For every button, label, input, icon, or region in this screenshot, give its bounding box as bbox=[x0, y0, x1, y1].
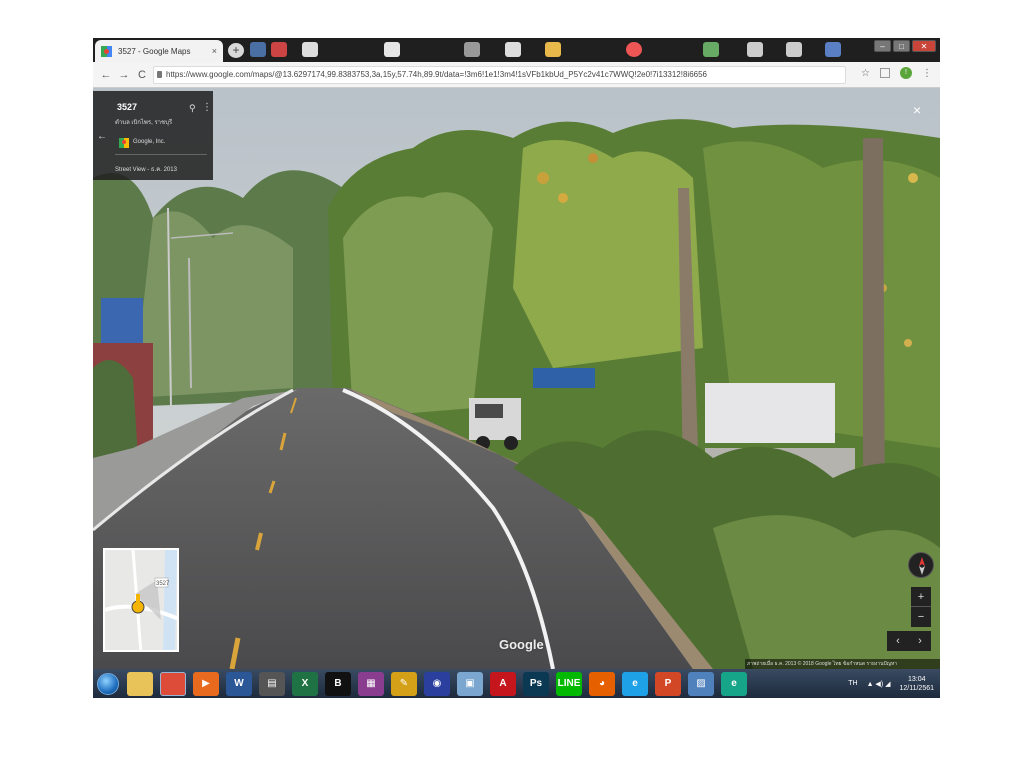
background-tab[interactable] bbox=[505, 42, 521, 57]
taskbar-gallery-icon[interactable]: ▨ bbox=[688, 671, 714, 696]
street-view-panorama[interactable]: ← 3527 ⚲ ⋮ ตำบล เบิกไพร, ราชบุรี Google,… bbox=[93, 88, 940, 669]
window-controls: – □ ✕ bbox=[874, 40, 936, 52]
background-tab[interactable] bbox=[545, 42, 561, 57]
back-icon[interactable]: ← bbox=[99, 69, 113, 81]
address-bar[interactable]: https://www.google.com/maps/@13.6297174,… bbox=[153, 66, 846, 84]
taskbar-b-app-icon[interactable]: B bbox=[325, 671, 351, 696]
background-tab[interactable] bbox=[703, 42, 719, 57]
taskbar-video-editor-icon[interactable]: ▤ bbox=[259, 671, 285, 696]
taskbar-excel-like-icon[interactable]: X bbox=[292, 671, 318, 696]
clock-date: 12/11/2561 bbox=[899, 684, 934, 692]
language-indicator[interactable]: TH bbox=[848, 680, 857, 687]
taskbar-photoshop-icon[interactable]: Ps bbox=[523, 671, 549, 696]
taskbar-tool-icon[interactable]: ✎ bbox=[391, 671, 417, 696]
taskbar-apps: ▶ W ▤ X B ▦ ✎ ◉ ▣ A Ps LINE ◕ e P ▨ e bbox=[127, 671, 754, 696]
capture-date: Street View - ธ.ค. 2013 bbox=[115, 167, 177, 173]
background-tab[interactable] bbox=[825, 42, 841, 57]
location-pin-icon[interactable]: ⚲ bbox=[189, 103, 196, 114]
mini-map-drawing: 3527 bbox=[105, 550, 177, 650]
tab-google-maps[interactable]: 3527 - Google Maps × bbox=[95, 40, 223, 62]
star-icon[interactable]: ☆ bbox=[861, 68, 870, 79]
taskbar-ie-icon[interactable]: e bbox=[622, 671, 648, 696]
background-tab[interactable] bbox=[786, 42, 802, 57]
menu-icon[interactable]: ⋮ bbox=[922, 68, 932, 79]
reload-icon[interactable]: C bbox=[135, 69, 149, 81]
card-divider bbox=[115, 154, 207, 155]
taskbar-word-icon[interactable]: W bbox=[226, 671, 252, 696]
taskbar-acrobat-icon[interactable]: A bbox=[490, 671, 516, 696]
google-maps-icon bbox=[101, 45, 112, 57]
start-button[interactable] bbox=[97, 672, 119, 695]
lock-icon bbox=[157, 71, 162, 78]
close-street-view-icon[interactable]: × bbox=[913, 102, 921, 118]
mini-map[interactable]: 3527 bbox=[103, 548, 179, 652]
compass-icon[interactable] bbox=[908, 552, 934, 578]
close-window-button[interactable]: ✕ bbox=[912, 40, 936, 52]
taskbar-winrar-icon[interactable]: ▦ bbox=[358, 671, 384, 696]
zoom-out-button[interactable]: − bbox=[911, 607, 931, 627]
toolbar-actions: ☆ ! ⋮ bbox=[861, 67, 932, 79]
taskbar-firefox-icon[interactable]: ◕ bbox=[589, 671, 615, 696]
desktop-screen: 3527 - Google Maps × + – □ ✕ ← → C https… bbox=[93, 38, 940, 698]
zoom-controls: + − bbox=[911, 587, 931, 627]
attribution-bar: ภาพถ่ายเมื่อ ธ.ค. 2013 © 2018 Google ไทย… bbox=[745, 659, 940, 669]
taskbar-chrome-icon[interactable] bbox=[160, 671, 186, 696]
chevron-right-icon[interactable]: › bbox=[918, 635, 922, 647]
compass-needle-icon bbox=[919, 557, 925, 575]
url-text: https://www.google.com/maps/@13.6297174,… bbox=[166, 70, 707, 79]
street-view-info-card: ← 3527 ⚲ ⋮ ตำบล เบิกไพร, ราชบุรี Google,… bbox=[93, 91, 213, 180]
background-tab[interactable] bbox=[626, 42, 642, 57]
tab-title: 3527 - Google Maps bbox=[118, 46, 191, 56]
windows-taskbar: ▶ W ▤ X B ▦ ✎ ◉ ▣ A Ps LINE ◕ e P ▨ e TH ▲ ◀) ◢ 13:04 12… bbox=[93, 669, 940, 698]
tab-strip: 3527 - Google Maps × + – □ ✕ bbox=[93, 38, 940, 62]
mini-map-road-label: 3527 bbox=[156, 581, 170, 587]
more-options-icon[interactable]: ⋮ bbox=[202, 102, 212, 113]
street-scene-image bbox=[93, 88, 940, 669]
road-name: 3527 bbox=[117, 102, 138, 112]
tray-icons[interactable]: ▲ ◀) ◢ bbox=[867, 680, 891, 688]
new-tab-button[interactable]: + bbox=[228, 43, 244, 58]
google-watermark: Google bbox=[499, 637, 544, 652]
taskbar-media-player-icon[interactable]: ▶ bbox=[193, 671, 219, 696]
taskbar-edge-like-icon[interactable]: e bbox=[721, 671, 747, 696]
taskbar-powerpoint-icon[interactable]: P bbox=[655, 671, 681, 696]
taskbar-disc-icon[interactable]: ◉ bbox=[424, 671, 450, 696]
zoom-in-button[interactable]: + bbox=[911, 587, 931, 607]
tab-close-icon[interactable]: × bbox=[212, 46, 217, 56]
clock[interactable]: 13:04 12/11/2561 bbox=[899, 675, 934, 693]
back-arrow-icon[interactable]: ← bbox=[97, 131, 107, 142]
background-tab[interactable] bbox=[384, 42, 400, 57]
background-tab[interactable] bbox=[747, 42, 763, 57]
google-maps-logo-icon bbox=[119, 138, 129, 148]
maximize-button[interactable]: □ bbox=[893, 40, 910, 52]
street-view-nav-arrows: ‹ › bbox=[887, 631, 931, 651]
chevron-left-icon[interactable]: ‹ bbox=[896, 635, 900, 647]
minimize-button[interactable]: – bbox=[874, 40, 891, 52]
taskbar-explorer-icon[interactable] bbox=[127, 671, 153, 696]
forward-icon[interactable]: → bbox=[117, 69, 131, 81]
taskbar-photos-icon[interactable]: ▣ bbox=[457, 671, 483, 696]
background-tab[interactable] bbox=[250, 42, 266, 57]
imagery-credit: Google, Inc. bbox=[133, 139, 166, 145]
browser-toolbar: ← → C https://www.google.com/maps/@13.62… bbox=[93, 62, 940, 88]
background-tab[interactable] bbox=[302, 42, 318, 57]
background-tab[interactable] bbox=[464, 42, 480, 57]
profile-icon[interactable]: ! bbox=[900, 67, 912, 79]
taskbar-line-icon[interactable]: LINE bbox=[556, 671, 582, 696]
background-tab[interactable] bbox=[271, 42, 287, 57]
extension-icon[interactable] bbox=[880, 68, 890, 78]
location-text: ตำบล เบิกไพร, ราชบุรี bbox=[115, 120, 173, 126]
clock-time: 13:04 bbox=[907, 675, 926, 683]
system-tray: TH ▲ ◀) ◢ 13:04 12/11/2561 bbox=[848, 669, 934, 698]
